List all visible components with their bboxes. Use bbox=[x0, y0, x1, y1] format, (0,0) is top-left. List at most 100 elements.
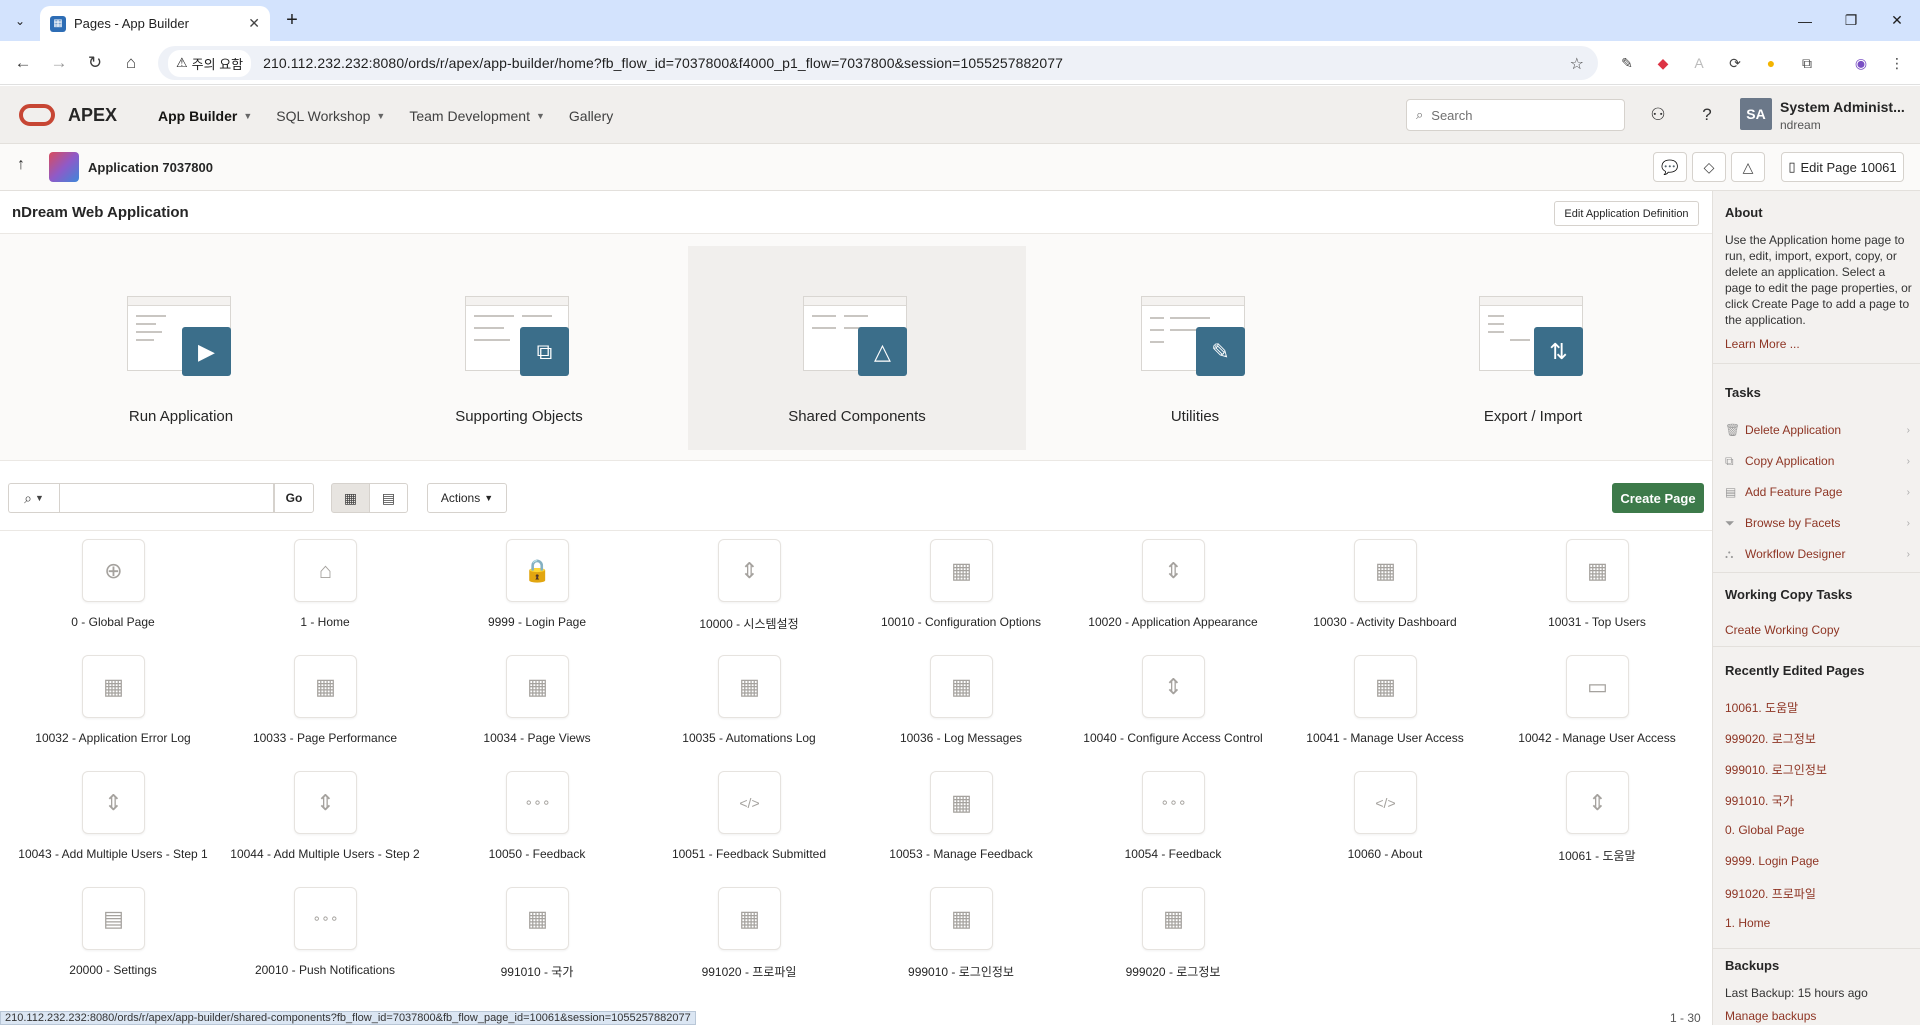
page-card[interactable]: ▭ 10042 - Manage User Access bbox=[1491, 655, 1703, 771]
task-workflow[interactable]: ⛬ Workflow Designer › bbox=[1725, 543, 1910, 565]
shared-components-icon[interactable]: △ bbox=[1731, 152, 1765, 182]
tab-close-icon[interactable]: ✕ bbox=[248, 15, 260, 32]
search-input[interactable]: ⌕ Search bbox=[1406, 99, 1625, 131]
avatar[interactable]: SA bbox=[1740, 98, 1772, 130]
recent-page-link[interactable]: 1. Home bbox=[1725, 916, 1770, 930]
security-chip[interactable]: ⚠ 주의 요함 bbox=[168, 49, 252, 77]
task-filter[interactable]: ⏷ Browse by Facets › bbox=[1725, 512, 1910, 534]
icon-view-icon[interactable]: ▦ bbox=[331, 483, 370, 513]
sync-extension-icon[interactable]: ⟳ bbox=[1726, 54, 1744, 72]
nav-team-development[interactable]: Team Development ▼ bbox=[397, 106, 557, 126]
learn-more-link[interactable]: Learn More ... bbox=[1725, 337, 1800, 351]
page-card[interactable]: ⌂ 1 - Home bbox=[219, 539, 431, 655]
page-card[interactable]: ⇕ 10040 - Configure Access Control bbox=[1067, 655, 1279, 771]
page-card[interactable]: ∘∘∘ 20010 - Push Notifications bbox=[219, 887, 431, 1003]
actions-menu-button[interactable]: Actions ▼ bbox=[427, 483, 507, 513]
recent-page-link[interactable]: 9999. Login Page bbox=[1725, 854, 1819, 868]
supporting-objects-card[interactable]: ⧉ Supporting Objects bbox=[350, 246, 688, 450]
page-card[interactable]: ▦ 999010 - 로그인정보 bbox=[855, 887, 1067, 1003]
page-card[interactable]: ▦ 10010 - Configuration Options bbox=[855, 539, 1067, 655]
browser-tab-active[interactable]: ▦ Pages - App Builder ✕ bbox=[40, 6, 270, 41]
recent-page-link[interactable]: 0. Global Page bbox=[1725, 823, 1804, 837]
create-page-button[interactable]: Create Page bbox=[1612, 483, 1704, 513]
run-application-card[interactable]: ▶ Run Application bbox=[12, 246, 350, 450]
restore-icon[interactable]: ❐ bbox=[1828, 0, 1874, 41]
report-view-icon[interactable]: ▤ bbox=[369, 483, 408, 513]
page-card[interactable]: ▦ 10030 - Activity Dashboard bbox=[1279, 539, 1491, 655]
page-card[interactable]: ▦ 999020 - 로그정보 bbox=[1067, 887, 1279, 1003]
page-card[interactable]: ▦ 991010 - 국가 bbox=[431, 887, 643, 1003]
shared-components-card[interactable]: △ Shared Components bbox=[688, 246, 1026, 450]
recent-page-link[interactable]: 991010. 국가 bbox=[1725, 792, 1794, 809]
page-card[interactable]: </> 10060 - About bbox=[1279, 771, 1491, 887]
font-extension-icon[interactable]: A bbox=[1690, 54, 1708, 72]
oracle-logo-icon[interactable] bbox=[19, 104, 55, 126]
page-card[interactable]: ▦ 10032 - Application Error Log bbox=[7, 655, 219, 771]
page-edit-icon: ▯ bbox=[1788, 159, 1796, 174]
user-name[interactable]: System Administ... bbox=[1780, 99, 1905, 115]
task-page-add[interactable]: ▤ Add Feature Page › bbox=[1725, 481, 1910, 503]
coin-extension-icon[interactable]: ● bbox=[1762, 54, 1780, 72]
recent-page-link[interactable]: 10061. 도움말 bbox=[1725, 699, 1798, 716]
close-window-icon[interactable]: ✕ bbox=[1874, 0, 1920, 41]
page-card[interactable]: ⇕ 10061 - 도움말 bbox=[1491, 771, 1703, 887]
page-card[interactable]: ⇕ 10044 - Add Multiple Users - Step 2 bbox=[219, 771, 431, 887]
home-icon[interactable]: ⌂ bbox=[118, 50, 144, 76]
apex-brand[interactable]: APEX bbox=[68, 105, 117, 126]
utilities-card[interactable]: ✎ Utilities bbox=[1026, 246, 1364, 450]
page-card[interactable]: ▤ 20000 - Settings bbox=[7, 887, 219, 1003]
edit-application-definition-button[interactable]: Edit Application Definition bbox=[1554, 201, 1699, 226]
page-card[interactable]: ▦ 10035 - Automations Log bbox=[643, 655, 855, 771]
manage-backups-link[interactable]: Manage backups bbox=[1725, 1009, 1816, 1023]
profile-icon[interactable]: ◉ bbox=[1852, 54, 1870, 72]
user-settings-icon[interactable]: ⚇ bbox=[1645, 102, 1671, 128]
new-tab-icon[interactable]: + bbox=[280, 9, 304, 33]
minimize-icon[interactable]: — bbox=[1782, 0, 1828, 41]
url-text[interactable]: 210.112.232.232:8080/ords/r/apex/app-bui… bbox=[263, 55, 1063, 71]
extension-icon[interactable]: ◆ bbox=[1654, 54, 1672, 72]
page-card[interactable]: ▦ 10041 - Manage User Access bbox=[1279, 655, 1491, 771]
page-card[interactable]: 🔒 9999 - Login Page bbox=[431, 539, 643, 655]
nav-app-builder[interactable]: App Builder ▼ bbox=[146, 106, 264, 126]
recent-page-link[interactable]: 999010. 로그인정보 bbox=[1725, 761, 1827, 778]
page-card[interactable]: ⇕ 10043 - Add Multiple Users - Step 1 bbox=[7, 771, 219, 887]
page-card[interactable]: ▦ 10033 - Page Performance bbox=[219, 655, 431, 771]
page-card[interactable]: </> 10051 - Feedback Submitted bbox=[643, 771, 855, 887]
edit-page-button[interactable]: ▯ Edit Page 10061 bbox=[1781, 152, 1904, 182]
page-card[interactable]: ⇕ 10020 - Application Appearance bbox=[1067, 539, 1279, 655]
recent-page-link[interactable]: 991020. 프로파일 bbox=[1725, 885, 1816, 902]
browser-menu-icon[interactable]: ⋮ bbox=[1888, 54, 1906, 72]
create-working-copy-link[interactable]: Create Working Copy bbox=[1725, 623, 1840, 637]
up-arrow-icon[interactable]: ↑ bbox=[17, 156, 25, 174]
tag-icon[interactable]: ◇ bbox=[1692, 152, 1726, 182]
puzzle-extensions-icon[interactable]: ⧉ bbox=[1798, 54, 1816, 72]
tab-list-chevron-icon[interactable]: ⌄ bbox=[8, 9, 32, 33]
comment-icon[interactable]: 💬 bbox=[1653, 152, 1687, 182]
export-import-card[interactable]: ⇅ Export / Import bbox=[1364, 246, 1702, 450]
page-card[interactable]: ⇕ 10000 - 시스템설정 bbox=[643, 539, 855, 655]
task-trash[interactable]: 🗑 Delete Application › bbox=[1725, 419, 1910, 441]
page-card[interactable]: ⊕ 0 - Global Page bbox=[7, 539, 219, 655]
recent-page-link[interactable]: 999020. 로그정보 bbox=[1725, 730, 1816, 747]
page-card[interactable]: ▦ 10031 - Top Users bbox=[1491, 539, 1703, 655]
back-arrow-icon[interactable]: ← bbox=[10, 50, 36, 76]
page-card[interactable]: ▦ 10053 - Manage Feedback bbox=[855, 771, 1067, 887]
form-page-icon: ⇕ bbox=[1142, 655, 1205, 718]
pen-extension-icon[interactable]: ✎ bbox=[1618, 54, 1636, 72]
page-card[interactable]: ∘∘∘ 10054 - Feedback bbox=[1067, 771, 1279, 887]
page-card[interactable]: ▦ 10034 - Page Views bbox=[431, 655, 643, 771]
address-bar[interactable]: ⚠ 주의 요함 210.112.232.232:8080/ords/r/apex… bbox=[158, 46, 1598, 80]
forward-arrow-icon[interactable]: → bbox=[46, 50, 72, 76]
bookmark-star-icon[interactable]: ☆ bbox=[1570, 54, 1584, 74]
help-icon[interactable]: ? bbox=[1694, 102, 1720, 128]
search-column-selector[interactable]: ⌕ ▼ bbox=[8, 483, 59, 513]
page-card[interactable]: ▦ 10036 - Log Messages bbox=[855, 655, 1067, 771]
go-button[interactable]: Go bbox=[274, 483, 314, 513]
task-copy[interactable]: ⧉ Copy Application › bbox=[1725, 450, 1910, 472]
page-card[interactable]: ∘∘∘ 10050 - Feedback bbox=[431, 771, 643, 887]
reload-icon[interactable]: ↻ bbox=[82, 50, 108, 76]
nav-sql-workshop[interactable]: SQL Workshop ▼ bbox=[264, 106, 397, 126]
pages-search-input[interactable] bbox=[59, 483, 274, 513]
nav-gallery[interactable]: Gallery bbox=[557, 106, 625, 126]
page-card[interactable]: ▦ 991020 - 프로파일 bbox=[643, 887, 855, 1003]
